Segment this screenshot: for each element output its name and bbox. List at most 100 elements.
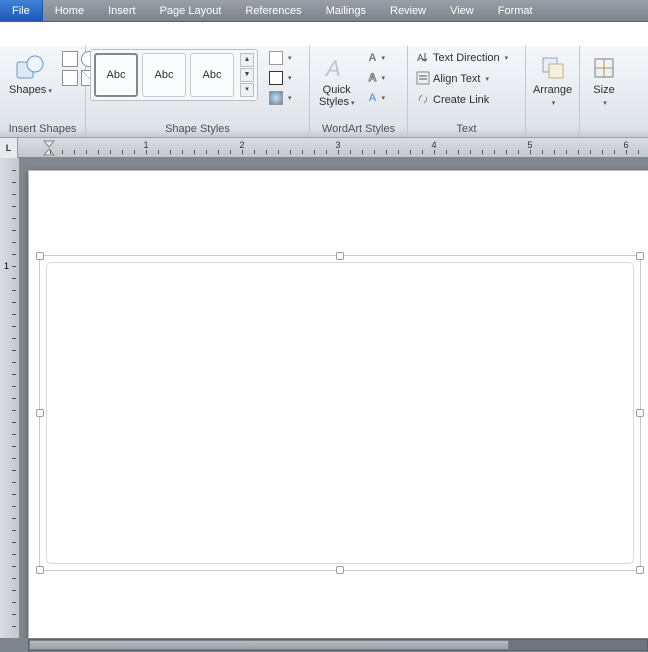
group-text: A Text Direction ▾ Align Text ▾ Create Lin… <box>408 46 526 137</box>
chevron-down-icon: ▾ <box>351 100 355 107</box>
page-area[interactable] <box>20 158 648 638</box>
group-label-text: Text <box>412 122 521 137</box>
group-insert-shapes: Shapes▾ Insert Shapes <box>0 46 86 137</box>
style-preset-1[interactable]: Abc <box>94 53 138 97</box>
resize-handle-s[interactable] <box>336 566 344 574</box>
resize-handle-w[interactable] <box>36 409 44 417</box>
page[interactable] <box>28 170 648 638</box>
tab-insert[interactable]: Insert <box>96 0 148 21</box>
shape-style-gallery: Abc Abc Abc ▲ ▼ ▾ <box>90 49 258 101</box>
shape-outline-button[interactable]: ▾ <box>265 69 296 87</box>
tab-home[interactable]: Home <box>43 0 96 21</box>
chevron-down-icon: ▾ <box>505 54 509 62</box>
gallery-more[interactable]: ▾ <box>240 83 254 97</box>
paint-bucket-icon <box>269 51 283 65</box>
chevron-down-icon: ▾ <box>381 54 385 62</box>
letter-a-icon: A <box>368 52 376 64</box>
text-fill-outline-effects: A▾ A▾ A▾ <box>364 49 388 107</box>
tab-review[interactable]: Review <box>378 0 438 21</box>
scroll-track[interactable] <box>28 639 648 651</box>
shapes-icon <box>14 52 46 84</box>
gallery-up[interactable]: ▲ <box>240 53 254 67</box>
tab-mailings[interactable]: Mailings <box>314 0 378 21</box>
resize-handle-e[interactable] <box>636 409 644 417</box>
resize-handle-sw[interactable] <box>36 566 44 574</box>
quick-styles-button[interactable]: A Quick Styles▾ <box>314 49 359 113</box>
vertical-ruler[interactable]: 1 <box>0 158 20 638</box>
chevron-down-icon: ▾ <box>603 100 607 107</box>
group-shape-styles: Abc Abc Abc ▲ ▼ ▾ ▾ ▾ ▾ Shape Styles <box>86 46 310 137</box>
shapes-button[interactable]: Shapes▾ <box>4 49 57 101</box>
text-fill-button[interactable]: A▾ <box>364 49 388 67</box>
chevron-down-icon: ▾ <box>552 100 556 107</box>
text-effects-button[interactable]: A▾ <box>364 89 388 107</box>
ruler-h-number: 2 <box>239 140 244 150</box>
create-link-button[interactable]: Create Link <box>412 91 512 109</box>
svg-text:A: A <box>417 53 424 64</box>
chevron-down-icon: ▾ <box>288 54 292 62</box>
tab-selector[interactable]: L <box>0 138 18 158</box>
resize-handle-n[interactable] <box>336 252 344 260</box>
group-size: Size▾ <box>580 46 628 137</box>
indent-marker[interactable] <box>42 139 56 159</box>
horizontal-ruler[interactable]: L 123456 <box>0 138 648 158</box>
recent-shape-1[interactable] <box>62 51 78 67</box>
ruler-v-number: 1 <box>4 261 9 271</box>
gallery-scroll: ▲ ▼ ▾ <box>240 53 254 97</box>
size-button[interactable]: Size▾ <box>583 49 625 113</box>
chevron-down-icon: ▾ <box>381 94 385 102</box>
text-box-shape[interactable] <box>39 255 641 571</box>
letter-a-outline-icon: A <box>368 72 376 84</box>
letter-a-glow-icon: A <box>368 92 376 104</box>
menu-bar: File Home Insert Page Layout References … <box>0 0 648 22</box>
arrange-icon <box>537 52 569 84</box>
tab-references[interactable]: References <box>233 0 313 21</box>
ruler-h-number: 1 <box>143 140 148 150</box>
chevron-down-icon: ▾ <box>486 75 490 83</box>
tab-view[interactable]: View <box>438 0 486 21</box>
group-arrange: Arrange ▾ <box>526 46 580 137</box>
shape-effects-button[interactable]: ▾ <box>265 89 296 107</box>
align-text-icon <box>416 71 430 88</box>
shapes-label: Shapes <box>9 84 46 96</box>
group-wordart-styles: A Quick Styles▾ A▾ A▾ A▾ WordArt Styles <box>310 46 408 137</box>
ruler-h-number: 4 <box>431 140 436 150</box>
text-outline-button[interactable]: A▾ <box>364 69 388 87</box>
create-link-label: Create Link <box>433 94 489 106</box>
resize-handle-ne[interactable] <box>636 252 644 260</box>
size-icon <box>588 52 620 84</box>
document-viewport: 1 <box>0 158 648 638</box>
style-preset-2[interactable]: Abc <box>142 53 186 97</box>
tab-file[interactable]: File <box>0 0 43 21</box>
chevron-down-icon: ▾ <box>288 94 292 102</box>
ruler-h-number: 5 <box>527 140 532 150</box>
text-direction-label: Text Direction <box>433 52 500 64</box>
resize-handle-se[interactable] <box>636 566 644 574</box>
tab-format[interactable]: Format <box>486 0 545 21</box>
tab-page-layout[interactable]: Page Layout <box>148 0 234 21</box>
link-icon <box>416 92 430 109</box>
shape-fill-outline-effects: ▾ ▾ ▾ <box>265 49 296 107</box>
style-preset-3[interactable]: Abc <box>190 53 234 97</box>
svg-text:A: A <box>324 56 341 81</box>
effects-icon <box>269 91 283 105</box>
ribbon: Shapes▾ Insert Shapes Abc Abc Abc ▲ ▼ ▾ <box>0 46 648 138</box>
chevron-down-icon: ▾ <box>288 74 292 82</box>
text-direction-button[interactable]: A Text Direction ▾ <box>412 49 512 67</box>
resize-handle-nw[interactable] <box>36 252 44 260</box>
quick-styles-label: Quick Styles <box>319 84 351 108</box>
horizontal-scrollbar[interactable] <box>0 638 648 652</box>
recent-shape-3[interactable] <box>62 70 78 86</box>
chevron-down-icon: ▾ <box>48 88 52 95</box>
pencil-icon <box>269 71 283 85</box>
align-text-button[interactable]: Align Text ▾ <box>412 70 512 88</box>
align-text-label: Align Text <box>433 73 481 85</box>
arrange-button[interactable]: Arrange ▾ <box>528 49 577 113</box>
wordart-icon: A <box>321 52 353 84</box>
chevron-down-icon: ▾ <box>381 74 385 82</box>
shape-fill-button[interactable]: ▾ <box>265 49 296 67</box>
scroll-thumb[interactable] <box>29 640 509 650</box>
gallery-down[interactable]: ▼ <box>240 68 254 82</box>
arrange-label: Arrange <box>533 84 572 96</box>
text-direction-icon: A <box>416 50 430 67</box>
